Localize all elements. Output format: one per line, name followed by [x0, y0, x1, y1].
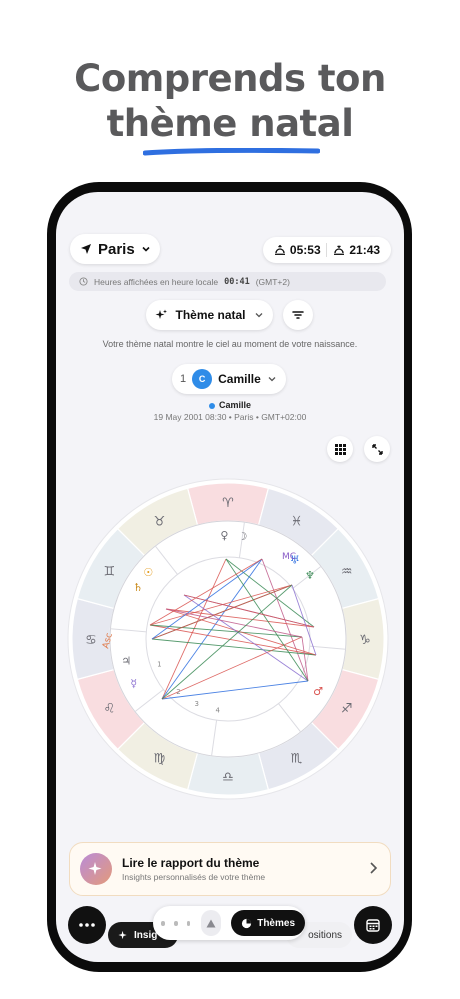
chart-legend: Camille: [56, 400, 404, 410]
zodiac-glyph: ♋: [85, 633, 97, 648]
report-badge: [80, 853, 112, 885]
zodiac-glyph: ♐: [341, 702, 353, 717]
zodiac-glyph: ♓: [291, 514, 303, 529]
page-dot: [161, 920, 165, 926]
notice-time: 00:41: [224, 276, 250, 287]
sunrise-time: 05:53: [274, 243, 321, 257]
zodiac-glyph: ♉: [154, 514, 166, 529]
house-number: 2: [176, 688, 180, 696]
calendar-icon: [366, 919, 380, 932]
filter-icon: [292, 311, 304, 319]
person-name: Camille: [218, 372, 261, 386]
chart-type-selector[interactable]: Thème natal: [146, 300, 273, 330]
expand-button[interactable]: [364, 436, 390, 462]
tab-positions-label: ositions: [308, 929, 342, 941]
zodiac-glyph: ♈: [222, 496, 234, 511]
city-label: Paris: [98, 240, 135, 258]
planet-glyph: ☉: [143, 566, 153, 579]
calendar-button[interactable]: [354, 906, 392, 944]
warning-button[interactable]: [201, 910, 222, 936]
promo-line-2: thème natal: [106, 102, 354, 145]
house-number: 1: [157, 661, 161, 669]
planet-glyph: ♃: [121, 655, 131, 668]
triangle-icon: [206, 919, 216, 927]
zodiac-glyph: ♎: [222, 770, 234, 785]
zodiac-glyph: ♍: [154, 752, 166, 767]
more-button[interactable]: [68, 906, 106, 944]
report-subtitle: Insights personnalisés de votre thème: [122, 872, 266, 882]
promo-line-1: Comprends ton: [74, 57, 386, 100]
headline-underline: [143, 148, 320, 156]
chart-description: Votre thème natal montre le ciel au mome…: [102, 339, 358, 349]
notice-suffix: (GMT+2): [255, 276, 290, 287]
timezone-notice: Heures affichées en heure locale 00:41 (…: [69, 272, 386, 291]
zodiac-glyph: ♏: [291, 752, 303, 767]
sunset-time: 21:43: [333, 243, 380, 257]
sparkle-icon: [88, 862, 102, 875]
sparkle-icon: [155, 309, 168, 319]
legend-name: Camille: [218, 400, 251, 410]
chevron-down-icon: [268, 377, 276, 382]
planet-glyph: ♆: [305, 569, 315, 582]
city-selector[interactable]: Paris: [70, 234, 160, 264]
sparkle-icon: [118, 930, 127, 939]
zodiac-glyph: ♊: [104, 565, 116, 580]
person-selector[interactable]: 1 C Camille: [172, 364, 286, 394]
zodiac-glyph: ♑: [359, 633, 371, 648]
house-number: 4: [215, 706, 220, 714]
divider: [326, 243, 328, 257]
report-title: Lire le rapport du thème: [122, 856, 260, 870]
natal-chart-wheel: ♈♓♒♑♐♏♎♍♌♋♊♉ ♀ ☽♄☉♅♆♂☿♃ 1234 MC Asc: [67, 478, 389, 800]
zodiac-glyph: ♒: [341, 565, 353, 580]
birth-info: 19 May 2001 08:30 • Paris • GMT+02:00: [153, 412, 307, 422]
person-index: 1: [180, 373, 187, 385]
tab-insights-label: Insig: [134, 929, 158, 941]
avatar: C: [192, 369, 213, 389]
location-arrow-icon: [81, 244, 91, 254]
grid-button[interactable]: [327, 436, 353, 462]
app-screen: Paris 05:53 21:43 Heures affichées en he…: [56, 192, 404, 962]
filter-button[interactable]: [283, 300, 313, 330]
angle-label-mc: MC: [282, 552, 296, 562]
planet-glyph: ♄: [133, 581, 143, 594]
chevron-right-icon: [370, 862, 378, 874]
sun-times: 05:53 21:43: [263, 237, 391, 263]
grid-icon: [334, 443, 346, 455]
report-card[interactable]: Lire le rapport du thème Insights person…: [69, 842, 391, 896]
notice-prefix: Heures affichées en heure locale: [94, 276, 219, 287]
sunrise-icon: [274, 245, 285, 255]
clock-icon: [79, 277, 88, 286]
sunset-icon: [334, 245, 345, 255]
chevron-down-icon: [255, 313, 262, 318]
promo-headline: Comprends ton thème natal: [0, 56, 460, 146]
more-icon: [79, 923, 95, 927]
sunrise-value: 05:53: [289, 243, 321, 257]
planet-glyph: ♀: [220, 529, 228, 542]
page-dot: [173, 920, 178, 926]
planet-glyph: ♂: [313, 685, 323, 698]
chevron-down-icon: [142, 246, 150, 252]
tab-switcher: Thèmes: [153, 906, 306, 940]
house-number: 3: [194, 700, 198, 708]
expand-icon: [371, 443, 383, 455]
sunset-value: 21:43: [349, 243, 381, 257]
pie-chart-icon: [242, 918, 252, 928]
planet-glyph: ☿: [130, 677, 137, 690]
page-dot: [186, 920, 191, 926]
tab-themes-label: Thèmes: [257, 917, 296, 929]
legend-dot: [208, 402, 215, 409]
zodiac-glyph: ♌: [104, 702, 116, 717]
tab-themes[interactable]: Thèmes: [231, 910, 306, 936]
planet-glyph: ☽: [238, 530, 248, 543]
chart-type-label: Thème natal: [175, 308, 246, 322]
